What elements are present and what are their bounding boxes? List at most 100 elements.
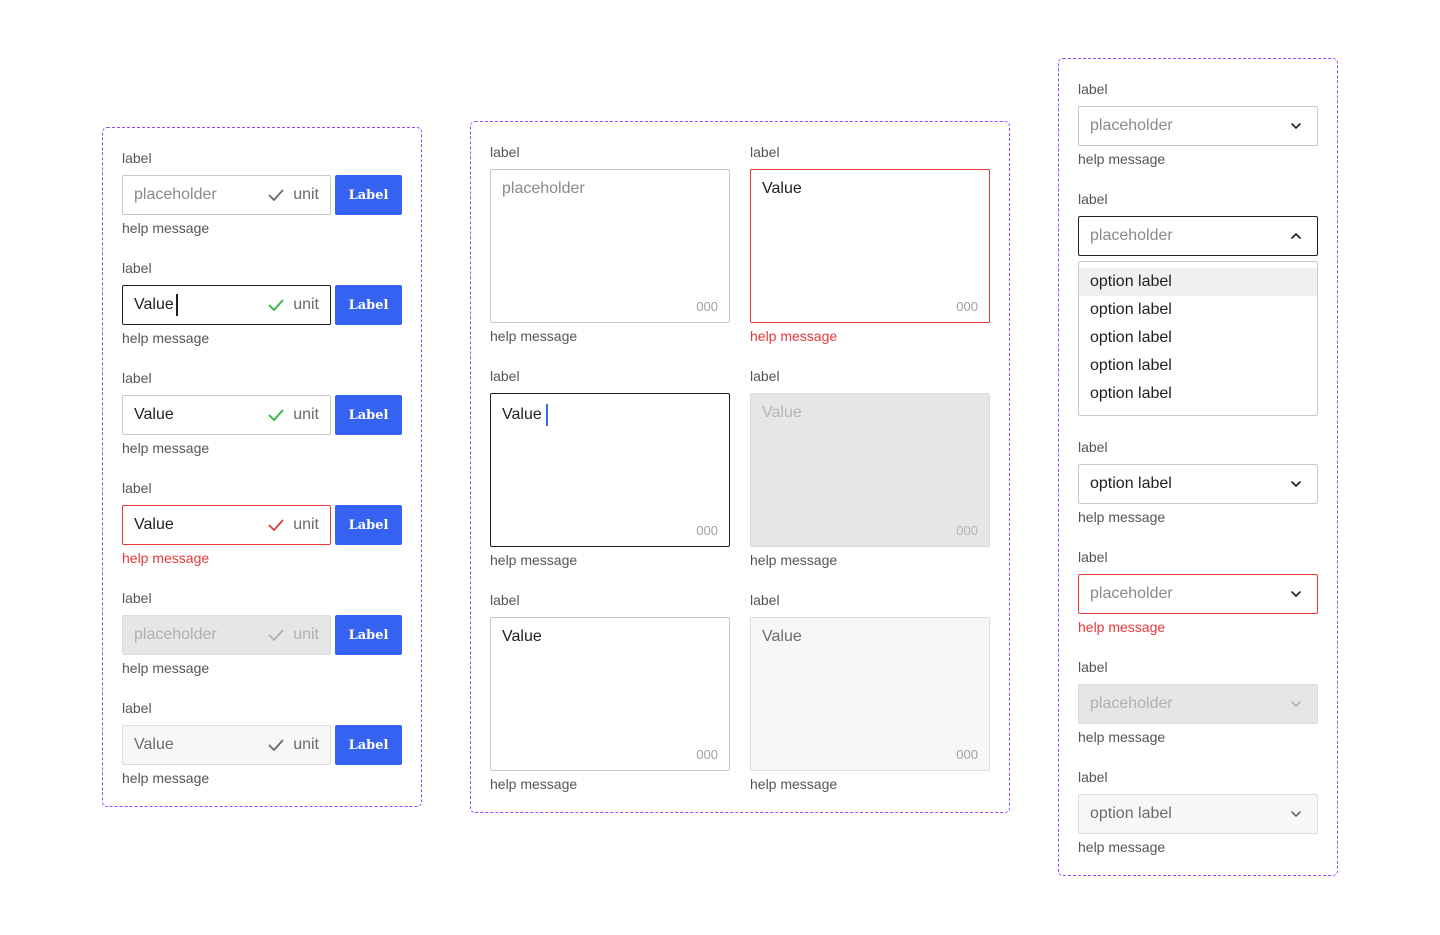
dropdown-option[interactable]: option label <box>1079 268 1317 296</box>
submit-button[interactable]: Label <box>335 175 402 215</box>
dropdown-option[interactable]: option label <box>1079 296 1317 324</box>
text-caret <box>545 404 548 426</box>
help-message: help message <box>1078 839 1166 855</box>
error-message: help message <box>1078 619 1166 635</box>
check-icon <box>267 516 285 534</box>
dropdown-option[interactable]: option label <box>1079 352 1317 380</box>
textarea[interactable]: placeholder 000 <box>490 169 730 323</box>
dropdown-menu: option label option label option label o… <box>1078 261 1318 416</box>
help-message: help message <box>1078 729 1166 745</box>
text-input-focused[interactable]: Value unit <box>122 285 331 325</box>
textarea-focused[interactable]: Value 000 <box>490 393 730 547</box>
text-input[interactable]: Value unit <box>122 395 331 435</box>
error-message: help message <box>122 550 210 566</box>
help-message: help message <box>490 552 578 568</box>
chevron-up-icon <box>1289 229 1303 243</box>
text-input-disabled: placeholder unit <box>122 615 331 655</box>
help-message: help message <box>750 776 838 792</box>
select-placeholder: placeholder <box>1090 227 1173 244</box>
check-icon <box>267 736 285 754</box>
unit-suffix: unit <box>293 186 319 203</box>
input-placeholder: placeholder <box>134 186 217 203</box>
field-label: label <box>122 150 152 166</box>
char-counter: 000 <box>696 523 718 538</box>
select-value: option label <box>1090 475 1172 492</box>
select-placeholder: placeholder <box>1090 585 1173 602</box>
field-label: label <box>1078 549 1108 565</box>
char-counter: 000 <box>956 299 978 314</box>
unit-suffix: unit <box>293 296 319 313</box>
select-dropdown[interactable]: option label <box>1078 464 1318 504</box>
input-value: Value <box>134 406 174 423</box>
help-message: help message <box>122 330 210 346</box>
help-message: help message <box>122 220 210 236</box>
field-label: label <box>1078 191 1108 207</box>
submit-button[interactable]: Label <box>335 725 402 765</box>
textarea-placeholder: placeholder <box>502 180 585 197</box>
check-icon <box>267 626 285 644</box>
textarea-value: Value <box>762 628 802 645</box>
input-value: Value <box>134 516 174 533</box>
chevron-down-icon <box>1289 587 1303 601</box>
submit-button[interactable]: Label <box>335 505 402 545</box>
help-message: help message <box>122 440 210 456</box>
field-label: label <box>122 480 152 496</box>
input-value: Value <box>123 294 267 316</box>
field-label: label <box>750 144 780 160</box>
text-input[interactable]: placeholder unit <box>122 175 331 215</box>
select-placeholder: placeholder <box>1090 117 1173 134</box>
field-label: label <box>490 144 520 160</box>
textarea-readonly[interactable]: Value 000 <box>750 617 990 771</box>
select-dropdown-disabled: placeholder <box>1078 684 1318 724</box>
check-icon <box>267 406 285 424</box>
help-message: help message <box>490 776 578 792</box>
select-dropdown[interactable]: placeholder <box>1078 106 1318 146</box>
submit-button[interactable]: Label <box>335 615 402 655</box>
field-label: label <box>122 260 152 276</box>
textarea-error[interactable]: Value 000 <box>750 169 990 323</box>
submit-button[interactable]: Label <box>335 395 402 435</box>
textarea-value: Value <box>762 404 802 421</box>
textarea-value: Value <box>502 404 548 426</box>
field-label: label <box>122 700 152 716</box>
help-message: help message <box>1078 509 1166 525</box>
textarea-value: Value <box>502 628 542 645</box>
input-value: Value <box>134 736 174 753</box>
char-counter: 000 <box>956 523 978 538</box>
input-placeholder: placeholder <box>134 626 217 643</box>
text-input-readonly[interactable]: Value unit <box>122 725 331 765</box>
field-label: label <box>122 590 152 606</box>
textarea[interactable]: Value 000 <box>490 617 730 771</box>
chevron-down-icon <box>1289 477 1303 491</box>
char-counter: 000 <box>696 299 718 314</box>
field-label: label <box>1078 659 1108 675</box>
select-dropdown-readonly[interactable]: option label <box>1078 794 1318 834</box>
field-label: label <box>1078 81 1108 97</box>
chevron-down-icon <box>1289 697 1303 711</box>
dropdown-option[interactable]: option label <box>1079 380 1317 408</box>
text-input-error[interactable]: Value unit <box>122 505 331 545</box>
unit-suffix: unit <box>293 406 319 423</box>
field-label: label <box>750 592 780 608</box>
field-label: label <box>122 370 152 386</box>
select-dropdown-open[interactable]: placeholder <box>1078 216 1318 256</box>
help-message: help message <box>1078 151 1166 167</box>
unit-suffix: unit <box>293 516 319 533</box>
help-message: help message <box>490 328 578 344</box>
text-caret <box>175 294 178 316</box>
check-icon <box>267 186 285 204</box>
char-counter: 000 <box>956 747 978 762</box>
unit-suffix: unit <box>293 736 319 753</box>
error-message: help message <box>750 328 838 344</box>
select-dropdown-error[interactable]: placeholder <box>1078 574 1318 614</box>
chevron-down-icon <box>1289 119 1303 133</box>
submit-button[interactable]: Label <box>335 285 402 325</box>
field-label: label <box>1078 769 1108 785</box>
help-message: help message <box>122 770 210 786</box>
textarea-value: Value <box>762 180 802 197</box>
field-label: label <box>1078 439 1108 455</box>
textarea-disabled: Value 000 <box>750 393 990 547</box>
help-message: help message <box>122 660 210 676</box>
chevron-down-icon <box>1289 807 1303 821</box>
dropdown-option[interactable]: option label <box>1079 324 1317 352</box>
